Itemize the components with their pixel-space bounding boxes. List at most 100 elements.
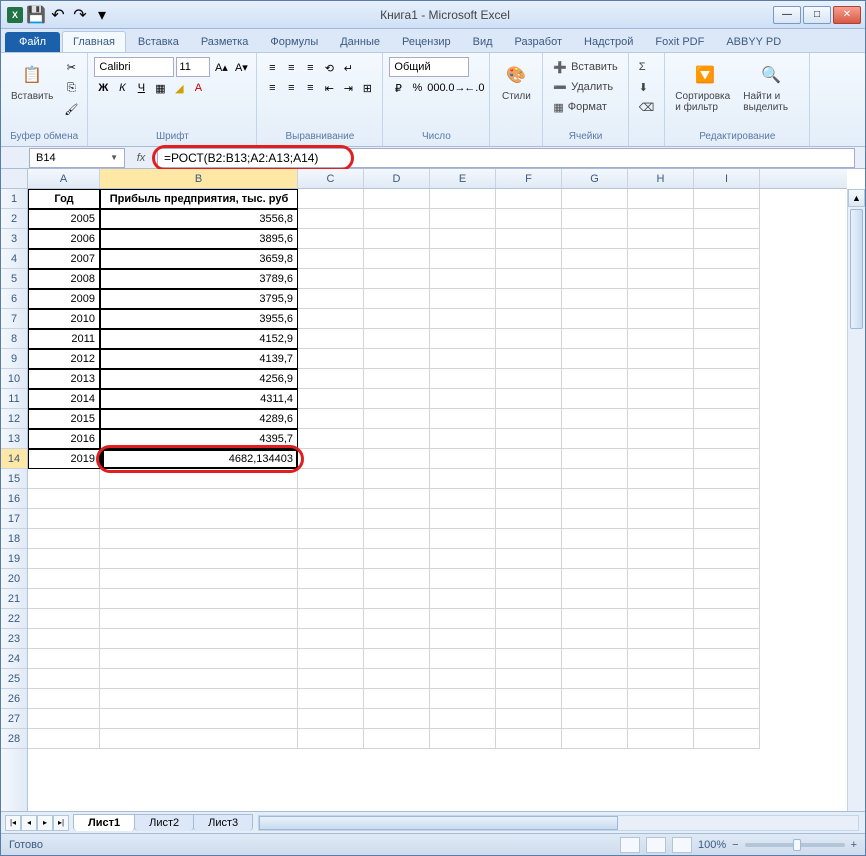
cell-H6[interactable] — [628, 289, 694, 309]
tab-nav-first-icon[interactable]: |◂ — [5, 815, 21, 831]
cell-D16[interactable] — [364, 489, 430, 509]
cell-E18[interactable] — [430, 529, 496, 549]
zoom-thumb[interactable] — [793, 839, 801, 851]
cell-C5[interactable] — [298, 269, 364, 289]
cell-C26[interactable] — [298, 689, 364, 709]
styles-button[interactable]: 🎨 Стили — [496, 57, 536, 104]
row-header-18[interactable]: 18 — [1, 529, 27, 549]
cell-H11[interactable] — [628, 389, 694, 409]
cell-C8[interactable] — [298, 329, 364, 349]
cell-D6[interactable] — [364, 289, 430, 309]
row-header-17[interactable]: 17 — [1, 509, 27, 529]
cell-G5[interactable] — [562, 269, 628, 289]
cell-F20[interactable] — [496, 569, 562, 589]
cell-I2[interactable] — [694, 209, 760, 229]
cell-E4[interactable] — [430, 249, 496, 269]
cell-D20[interactable] — [364, 569, 430, 589]
cell-C3[interactable] — [298, 229, 364, 249]
cell-A4[interactable]: 2007 — [28, 249, 100, 269]
cell-I21[interactable] — [694, 589, 760, 609]
cell-A18[interactable] — [28, 529, 100, 549]
cell-E7[interactable] — [430, 309, 496, 329]
cell-H20[interactable] — [628, 569, 694, 589]
cell-A13[interactable]: 2016 — [28, 429, 100, 449]
row-header-6[interactable]: 6 — [1, 289, 27, 309]
cell-F13[interactable] — [496, 429, 562, 449]
cell-F12[interactable] — [496, 409, 562, 429]
cell-A2[interactable]: 2005 — [28, 209, 100, 229]
cell-D3[interactable] — [364, 229, 430, 249]
col-header-H[interactable]: H — [628, 169, 694, 188]
cell-H5[interactable] — [628, 269, 694, 289]
cell-H23[interactable] — [628, 629, 694, 649]
cell-G8[interactable] — [562, 329, 628, 349]
cell-C22[interactable] — [298, 609, 364, 629]
cell-B14[interactable]: 4682,134403 — [100, 449, 298, 469]
cell-E16[interactable] — [430, 489, 496, 509]
cell-F8[interactable] — [496, 329, 562, 349]
scroll-up-icon[interactable]: ▲ — [848, 189, 865, 207]
cell-I15[interactable] — [694, 469, 760, 489]
cell-I13[interactable] — [694, 429, 760, 449]
cell-I16[interactable] — [694, 489, 760, 509]
cell-D22[interactable] — [364, 609, 430, 629]
cell-E24[interactable] — [430, 649, 496, 669]
col-header-I[interactable]: I — [694, 169, 760, 188]
maximize-button[interactable]: □ — [803, 6, 831, 24]
row-header-27[interactable]: 27 — [1, 709, 27, 729]
cell-D19[interactable] — [364, 549, 430, 569]
cell-B13[interactable]: 4395,7 — [100, 429, 298, 449]
row-header-9[interactable]: 9 — [1, 349, 27, 369]
cell-E3[interactable] — [430, 229, 496, 249]
align-top-icon[interactable]: ≡ — [263, 59, 281, 77]
cell-B3[interactable]: 3895,6 — [100, 229, 298, 249]
cell-E9[interactable] — [430, 349, 496, 369]
cell-D26[interactable] — [364, 689, 430, 709]
row-header-2[interactable]: 2 — [1, 209, 27, 229]
cell-F1[interactable] — [496, 189, 562, 209]
row-header-25[interactable]: 25 — [1, 669, 27, 689]
cell-B25[interactable] — [100, 669, 298, 689]
cell-C24[interactable] — [298, 649, 364, 669]
tab-developer[interactable]: Разработ — [505, 32, 572, 52]
cell-H24[interactable] — [628, 649, 694, 669]
cell-B22[interactable] — [100, 609, 298, 629]
row-header-26[interactable]: 26 — [1, 689, 27, 709]
cell-I27[interactable] — [694, 709, 760, 729]
align-bottom-icon[interactable]: ≡ — [301, 59, 319, 77]
cell-F15[interactable] — [496, 469, 562, 489]
cell-E5[interactable] — [430, 269, 496, 289]
cell-C6[interactable] — [298, 289, 364, 309]
cell-H12[interactable] — [628, 409, 694, 429]
qat-save-icon[interactable]: 💾 — [27, 6, 45, 24]
cell-F21[interactable] — [496, 589, 562, 609]
row-header-8[interactable]: 8 — [1, 329, 27, 349]
cell-I14[interactable] — [694, 449, 760, 469]
cell-H9[interactable] — [628, 349, 694, 369]
row-header-7[interactable]: 7 — [1, 309, 27, 329]
cell-D4[interactable] — [364, 249, 430, 269]
cell-F18[interactable] — [496, 529, 562, 549]
cell-A6[interactable]: 2009 — [28, 289, 100, 309]
cell-D9[interactable] — [364, 349, 430, 369]
tab-nav-prev-icon[interactable]: ◂ — [21, 815, 37, 831]
decrease-decimal-icon[interactable]: ←.0 — [465, 79, 483, 97]
cell-F9[interactable] — [496, 349, 562, 369]
cell-I20[interactable] — [694, 569, 760, 589]
cell-B27[interactable] — [100, 709, 298, 729]
cell-B15[interactable] — [100, 469, 298, 489]
cell-A11[interactable]: 2014 — [28, 389, 100, 409]
vertical-scrollbar[interactable]: ▲ — [847, 189, 865, 811]
fill-color-icon[interactable]: ◢ — [170, 79, 188, 97]
row-header-28[interactable]: 28 — [1, 729, 27, 749]
cell-G13[interactable] — [562, 429, 628, 449]
tab-nav-next-icon[interactable]: ▸ — [37, 815, 53, 831]
cell-D5[interactable] — [364, 269, 430, 289]
cell-I12[interactable] — [694, 409, 760, 429]
cell-G23[interactable] — [562, 629, 628, 649]
qat-customize-icon[interactable]: ▾ — [93, 6, 111, 24]
align-left-icon[interactable]: ≡ — [263, 79, 281, 97]
cell-B21[interactable] — [100, 589, 298, 609]
cell-I5[interactable] — [694, 269, 760, 289]
find-select-button[interactable]: 🔍 Найти и выделить — [739, 57, 803, 115]
